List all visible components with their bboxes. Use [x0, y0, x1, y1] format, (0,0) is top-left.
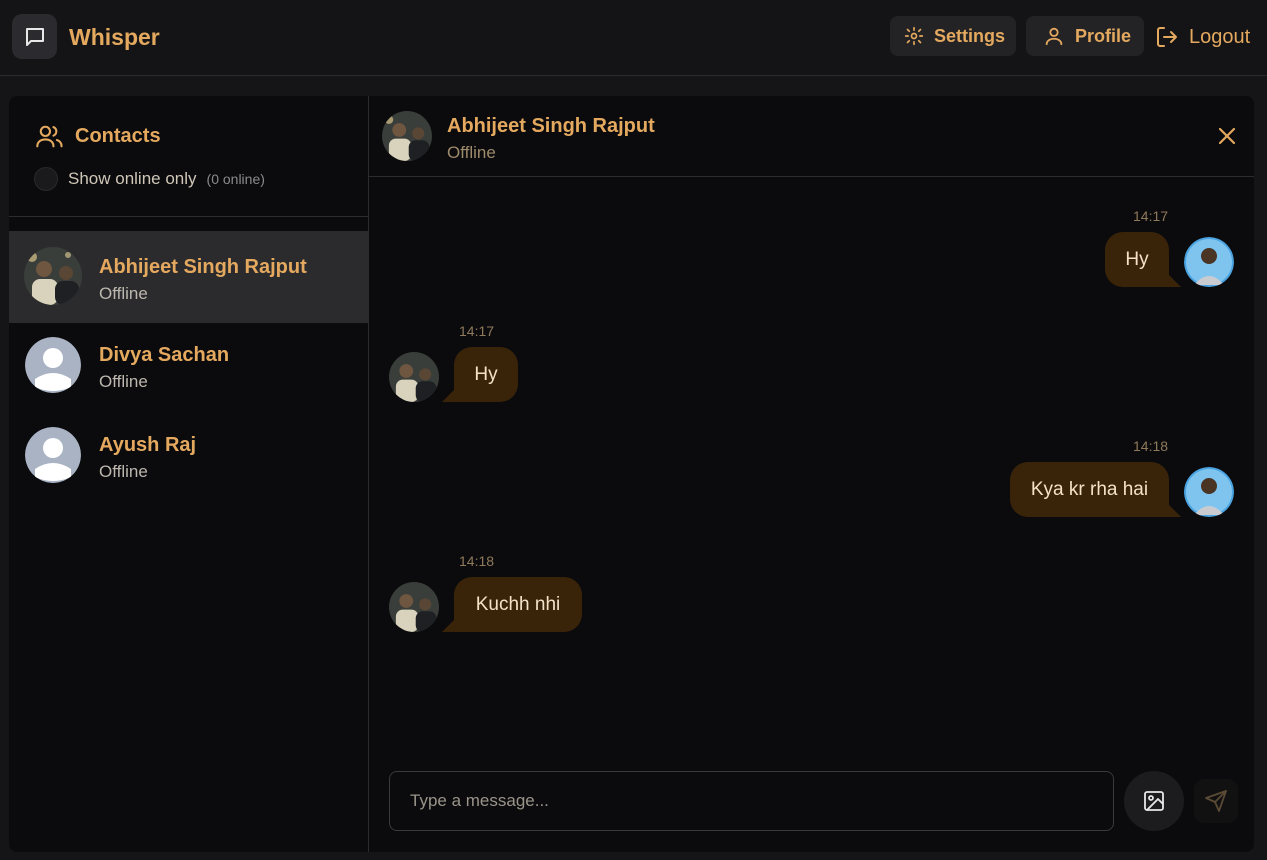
bubble-tail — [442, 390, 454, 402]
chat-contact-status: Offline — [447, 143, 496, 162]
contact-name: Abhijeet Singh Rajput — [99, 256, 307, 278]
contact-status: Offline — [99, 462, 148, 481]
contact-avatar — [389, 352, 439, 402]
online-only-checkbox[interactable] — [34, 167, 58, 191]
online-filter-label: Show online only — [68, 169, 197, 188]
logout-button[interactable]: Logout — [1155, 22, 1250, 52]
message-time: 14:17 — [1133, 208, 1169, 224]
app-title: Whisper — [69, 24, 160, 50]
contacts-sidebar: Contacts Show online only (0 online) Abh… — [9, 96, 369, 852]
profile-button[interactable]: Profile — [1026, 16, 1144, 56]
default-avatar-icon — [25, 427, 81, 483]
chat-panel: Abhijeet Singh Rajput Offline 14:17 Hy 1… — [369, 96, 1254, 852]
attach-image-button[interactable] — [1124, 771, 1184, 831]
message-bubble-outgoing: Kya kr rha hai — [1010, 462, 1169, 517]
message-time: 14:17 — [459, 323, 495, 339]
gear-icon — [904, 26, 924, 46]
image-icon — [1144, 791, 1164, 811]
top-header: Whisper Settings Profile Logout — [0, 0, 1267, 76]
online-count: (0 online) — [206, 171, 265, 187]
contacts-title: Contacts — [35, 122, 161, 150]
contact-status: Offline — [99, 372, 148, 391]
contact-status: Offline — [99, 284, 148, 303]
self-avatar — [1184, 237, 1234, 287]
profile-label: Profile — [1075, 25, 1132, 46]
contact-name: Ayush Raj — [99, 434, 197, 456]
chat-contact-avatar — [382, 111, 432, 161]
self-avatar — [1184, 467, 1234, 517]
settings-button[interactable]: Settings — [890, 16, 1016, 56]
chat-logo-icon — [12, 14, 57, 59]
avatar — [24, 247, 82, 305]
message-input[interactable] — [389, 771, 1114, 831]
contacts-title-label: Contacts — [75, 124, 161, 147]
send-icon — [1205, 790, 1227, 812]
send-button[interactable] — [1194, 779, 1238, 823]
bubble-tail — [1169, 275, 1181, 287]
contact-item-divya[interactable]: Divya Sachan Offline — [9, 323, 368, 415]
contact-avatar — [389, 582, 439, 632]
message-bubble-outgoing: Hy — [1105, 232, 1169, 287]
contact-item-abhijeet[interactable]: Abhijeet Singh Rajput Offline — [9, 231, 368, 323]
main-panel: Contacts Show online only (0 online) Abh… — [9, 96, 1254, 852]
message-time: 14:18 — [459, 553, 495, 569]
message-time: 14:18 — [1133, 438, 1169, 454]
bubble-tail — [442, 620, 454, 632]
user-icon — [1045, 27, 1063, 46]
message-bubble-incoming: Hy — [454, 347, 518, 402]
contact-name: Divya Sachan — [99, 344, 230, 366]
chat-contact-name: Abhijeet Singh Rajput — [447, 115, 655, 137]
online-filter[interactable]: Show online only (0 online) — [34, 167, 265, 191]
users-icon — [36, 125, 63, 148]
settings-label: Settings — [934, 25, 1006, 46]
bubble-tail — [1169, 505, 1181, 517]
default-avatar-icon — [25, 337, 81, 393]
message-bubble-incoming: Kuchh nhi — [454, 577, 582, 632]
contacts-header: Contacts Show online only (0 online) — [9, 96, 368, 217]
contact-item-ayush[interactable]: Ayush Raj Offline — [9, 413, 368, 505]
chat-header: Abhijeet Singh Rajput Offline — [369, 96, 1254, 177]
logout-icon — [1157, 27, 1177, 47]
close-icon[interactable] — [1215, 124, 1239, 148]
logout-label: Logout — [1189, 25, 1251, 48]
